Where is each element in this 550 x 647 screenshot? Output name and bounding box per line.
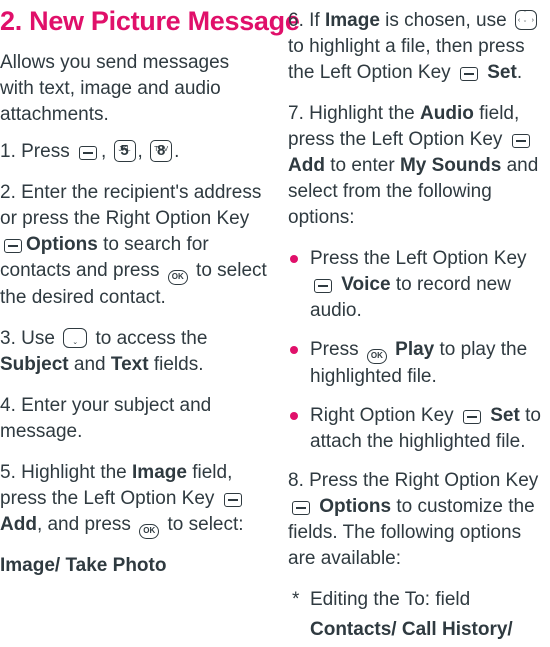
step-3-text-a: 3. Use bbox=[0, 328, 55, 349]
ok-key-icon: OK bbox=[167, 270, 188, 285]
step-8-text-a: 8. Press the Right Option Key bbox=[288, 470, 539, 491]
left-option-key-icon bbox=[223, 493, 242, 507]
bullet-set: Right Option Key Set to attach the highl… bbox=[288, 403, 543, 455]
step-6-text-a: 6. If bbox=[288, 10, 320, 31]
left-option-key-icon bbox=[511, 134, 530, 148]
step-2-text-a: 2. Enter the recipient's address or pres… bbox=[0, 182, 262, 229]
note-text: Editing the To: field bbox=[310, 589, 471, 610]
bullet-text: Press the Left Option Key bbox=[310, 248, 527, 269]
bullet-dot bbox=[290, 255, 298, 263]
manual-page: 2. New Picture Message Allows you send m… bbox=[0, 0, 550, 647]
step-6: 6. If Image is chosen, use ˆ ˇ ‹ › to hi… bbox=[288, 8, 543, 86]
nav-key-icon: ˆ ˇ ‹ › bbox=[514, 10, 537, 30]
audio-label: Audio bbox=[420, 103, 474, 124]
set-label: Set bbox=[487, 62, 517, 83]
key-letters: TUV bbox=[154, 146, 169, 153]
step-6-text-b: is chosen, use bbox=[385, 10, 507, 31]
add-label: Add bbox=[0, 514, 37, 535]
step-3-and: and bbox=[73, 354, 106, 375]
text-label: Text bbox=[110, 354, 149, 375]
step-2: 2. Enter the recipient's address or pres… bbox=[0, 180, 268, 311]
bullet-voice: Press the Left Option Key Voice to recor… bbox=[288, 246, 543, 324]
bullet-text: Right Option Key bbox=[310, 405, 454, 426]
options-label: Options bbox=[319, 496, 392, 517]
step-3-text-c: fields. bbox=[153, 354, 204, 375]
intro-text: Allows you send messages with text, imag… bbox=[0, 52, 230, 125]
note-to-field: * Editing the To: field bbox=[288, 587, 543, 613]
right-option-key-icon bbox=[462, 410, 481, 424]
step-8: 8. Press the Right Option Key Options to… bbox=[288, 468, 543, 572]
right-option-key-icon bbox=[292, 501, 310, 515]
my-sounds-label: My Sounds bbox=[399, 155, 502, 176]
left-option-key-icon bbox=[78, 146, 97, 160]
step-5-text-c: , and press bbox=[36, 514, 131, 535]
step-6-period: . bbox=[516, 62, 523, 83]
step-7-text-c: to enter bbox=[330, 155, 395, 176]
left-column: 2. New Picture Message Allows you send m… bbox=[0, 0, 300, 579]
bullet-text: Press bbox=[310, 339, 359, 360]
number-8-key-icon: 8 TUV bbox=[150, 140, 173, 162]
note-options: Contacts/ Call History/ bbox=[310, 619, 513, 640]
step-1: 1. Press , 5 JKL, 8 TUV. bbox=[0, 139, 268, 165]
set-label: Set bbox=[490, 405, 520, 426]
step-7: 7. Highlight the Audio field, press the … bbox=[288, 101, 543, 231]
step-5: 5. Highlight the Image field, press the … bbox=[0, 460, 268, 539]
add-label: Add bbox=[288, 155, 325, 176]
step-1-text: 1. Press bbox=[0, 141, 70, 162]
asterisk-mark: * bbox=[292, 589, 300, 610]
step-7-text-a: 7. Highlight the bbox=[288, 103, 415, 124]
step-3: 3. Use ⌄ to access the Subject and Text … bbox=[0, 326, 268, 378]
ok-key-icon: OK bbox=[366, 349, 387, 364]
image-label: Image bbox=[132, 462, 187, 483]
left-option-key-icon bbox=[459, 67, 478, 81]
step-5-options: Image/ Take Photo bbox=[0, 555, 167, 576]
image-label: Image bbox=[324, 10, 380, 31]
page-title: 2. New Picture Message bbox=[0, 6, 300, 36]
right-column: 6. If Image is chosen, use ˆ ˇ ‹ › to hi… bbox=[288, 8, 543, 643]
right-option-key-icon bbox=[4, 239, 22, 253]
step-5-text-a: 5. Highlight the bbox=[0, 462, 127, 483]
nav-down-key-icon: ⌄ bbox=[63, 328, 88, 348]
left-option-key-icon bbox=[314, 279, 332, 293]
bullet-play: Press OK Play to play the highlighted fi… bbox=[288, 337, 543, 390]
number-5-key-icon: 5 JKL bbox=[113, 140, 136, 162]
play-label: Play bbox=[395, 339, 435, 360]
ok-key-icon: OK bbox=[139, 524, 160, 539]
key-letters: JKL bbox=[118, 146, 131, 153]
step-4: 4. Enter your subject and message. bbox=[0, 395, 212, 442]
bullet-dot bbox=[290, 412, 298, 420]
subject-label: Subject bbox=[0, 354, 69, 375]
step-3-text-b: to access the bbox=[95, 328, 208, 349]
step-5-text-d: to select: bbox=[167, 514, 244, 535]
options-label: Options bbox=[26, 234, 98, 255]
voice-label: Voice bbox=[341, 274, 391, 295]
bullet-dot bbox=[290, 346, 298, 354]
